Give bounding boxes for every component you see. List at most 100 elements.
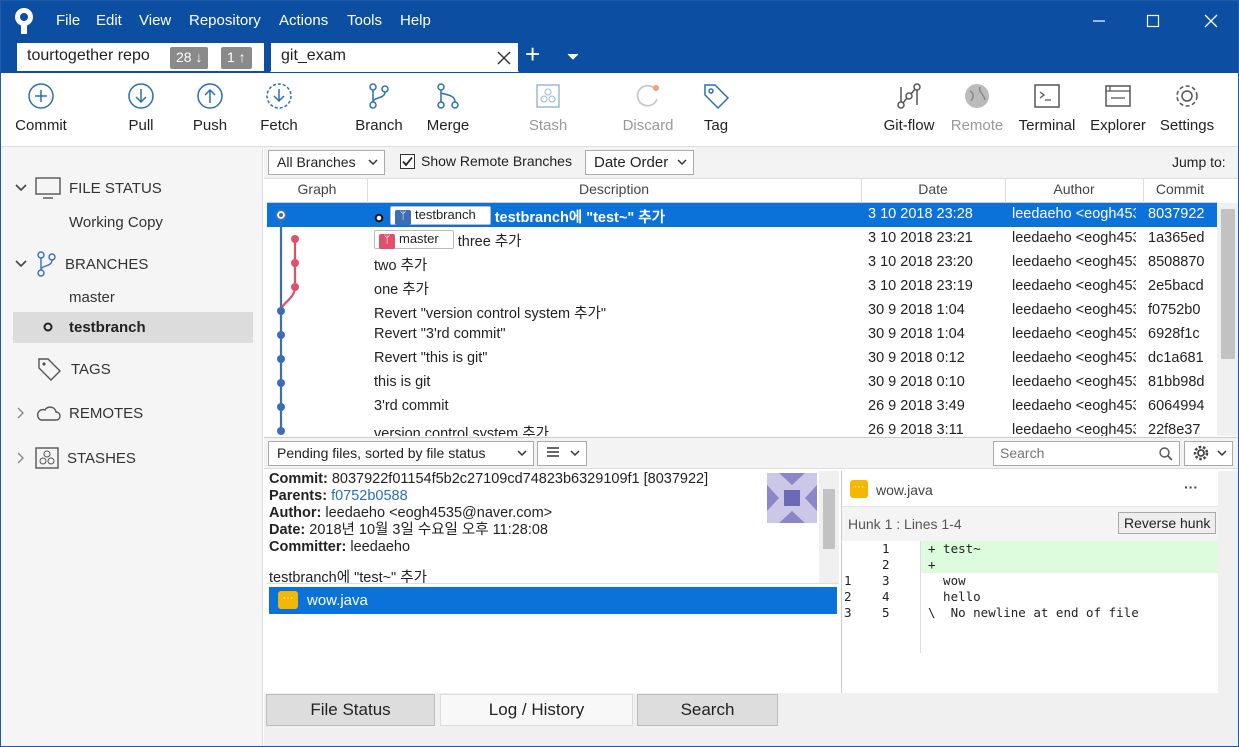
tag-button[interactable]: Tag	[681, 81, 751, 134]
changed-files-list: ··· wow.java	[267, 583, 839, 693]
log-scrollbar[interactable]	[1217, 203, 1238, 436]
commit-button[interactable]: Commit	[6, 81, 76, 134]
commit-label: Commit:	[269, 471, 328, 487]
more-options-button[interactable]: ···	[1184, 479, 1198, 495]
scrollbar-thumb[interactable]	[1221, 209, 1235, 359]
column-description[interactable]: Description	[367, 181, 861, 197]
view-mode-dropdown[interactable]	[537, 441, 587, 466]
menu-view[interactable]: View	[139, 12, 171, 29]
stash-icon	[35, 447, 59, 469]
menu-tools[interactable]: Tools	[347, 12, 382, 29]
graph-node	[277, 331, 285, 339]
table-row[interactable]: ᛘ master three 추가 3 10 2018 23:21 leedaeho…	[267, 227, 1217, 251]
sidebar-section-file-status[interactable]: FILE STATUS	[15, 177, 162, 199]
row-commit-hash: 81bb98d	[1148, 374, 1205, 390]
column-author[interactable]: Author	[1005, 181, 1143, 197]
new-tab-button[interactable]: +	[525, 39, 540, 70]
sort-order-dropdown[interactable]: Date Order	[585, 150, 694, 175]
tab-tourtogether-repo[interactable]: tourtogether repo 28 ↓ 1 ↑	[16, 42, 265, 72]
git-flow-button[interactable]: Git-flow	[874, 81, 944, 134]
row-author: leedaeho <eogh4535@naver.com>	[1012, 422, 1136, 436]
pull-button[interactable]: Pull	[106, 81, 176, 134]
row-description: ᛘ master three 추가	[374, 230, 522, 251]
diff-line: 2 +	[882, 557, 936, 572]
monitor-icon	[35, 177, 61, 199]
sidebar-item-master[interactable]: master	[69, 289, 115, 306]
branch-icon: ᛘ	[379, 234, 395, 249]
minimize-button[interactable]	[1076, 5, 1122, 37]
commit-hash: 8037922f01154f5b2c27109cd74823b6329109f1…	[331, 471, 709, 487]
table-row[interactable]: 3'rd commit 26 9 2018 3:49 leedaeho <eogh4…	[267, 395, 1217, 419]
sidebar-item-testbranch[interactable]: testbranch	[13, 312, 253, 343]
column-graph[interactable]: Graph	[267, 181, 367, 197]
dropdown-value: All Branches	[277, 154, 356, 170]
sidebar-item-working-copy[interactable]: Working Copy	[69, 214, 163, 231]
options-dropdown[interactable]	[1184, 441, 1233, 466]
chevron-down-icon	[15, 260, 27, 268]
tab-list-dropdown-icon[interactable]	[567, 53, 579, 61]
file-name: wow.java	[307, 592, 368, 609]
commit-message: Revert "version control system 추가"	[374, 306, 606, 322]
dropdown-value: Date Order	[594, 154, 669, 171]
fetch-button[interactable]: Fetch	[244, 81, 314, 134]
sidebar-section-remotes[interactable]: REMOTES	[15, 403, 143, 423]
reverse-hunk-button[interactable]: Reverse hunk	[1118, 512, 1217, 534]
commit-details-scrollbar[interactable]	[819, 471, 839, 583]
menu-repository[interactable]: Repository	[189, 12, 261, 29]
push-button[interactable]: Push	[175, 81, 245, 134]
tab-label: tourtogether repo	[27, 47, 150, 64]
table-row[interactable]: ᛘ testbranch testbranch에 "test~" 추가 3 10 2…	[267, 203, 1217, 227]
remote-button[interactable]: Remote	[942, 81, 1012, 134]
column-date[interactable]: Date	[861, 181, 1005, 197]
menu-help[interactable]: Help	[400, 12, 431, 29]
menu-edit[interactable]: Edit	[96, 12, 122, 29]
commit-message: 3'rd commit	[374, 398, 449, 414]
table-row[interactable]: one 추가 3 10 2018 23:19 leedaeho <eogh4535@…	[267, 275, 1217, 299]
discard-button[interactable]: Discard	[613, 81, 683, 134]
bottom-tab-bar: File Status Log / History Search	[264, 693, 1238, 746]
sidebar-section-tags[interactable]: TAGS	[37, 357, 111, 381]
file-sort-dropdown[interactable]: Pending files, sorted by file status	[268, 441, 534, 466]
show-remote-branches-checkbox[interactable]: Show Remote Branches	[400, 153, 572, 169]
parent-link[interactable]: f0752b0588	[331, 488, 408, 504]
tab-file-status[interactable]: File Status	[266, 694, 435, 726]
tag-icon	[38, 358, 61, 381]
tab-search[interactable]: Search	[637, 694, 778, 726]
menu-file[interactable]: File	[56, 12, 80, 29]
table-row[interactable]: version control system 추가 26 9 2018 3:11 l…	[267, 419, 1217, 436]
maximize-button[interactable]	[1130, 5, 1176, 37]
stash-button[interactable]: Stash	[513, 81, 583, 134]
settings-button[interactable]: Settings	[1152, 81, 1222, 134]
explorer-button[interactable]: Explorer	[1083, 81, 1153, 134]
push-label: Push	[192, 117, 228, 134]
close-button[interactable]	[1188, 5, 1234, 37]
table-row[interactable]: Revert "this is git" 30 9 2018 0:12 leedae…	[267, 347, 1217, 371]
graph-node	[277, 355, 285, 363]
branch-label-testbranch[interactable]: ᛘ testbranch	[390, 206, 491, 225]
branches-filter-dropdown[interactable]: All Branches	[268, 150, 385, 175]
sidebar-section-branches[interactable]: BRANCHES	[15, 251, 148, 277]
sidebar-section-stashes[interactable]: STASHES	[15, 447, 136, 469]
branch-button[interactable]: Branch	[344, 81, 414, 134]
search-input[interactable]	[993, 441, 1180, 466]
fetch-icon	[266, 83, 292, 109]
sourcetree-logo-icon	[15, 8, 33, 34]
table-row[interactable]: two 추가 3 10 2018 23:20 leedaeho <eogh4535@…	[267, 251, 1217, 275]
search-field[interactable]	[994, 442, 1144, 464]
column-commit[interactable]: Commit	[1143, 181, 1217, 197]
branch-label-master[interactable]: ᛘ master	[374, 230, 454, 249]
row-date: 3 10 2018 23:28	[868, 206, 973, 222]
diff-scrollbar[interactable]	[1218, 471, 1238, 693]
tab-close-icon[interactable]	[497, 51, 511, 65]
terminal-button[interactable]: Terminal	[1012, 81, 1082, 134]
table-row[interactable]: Revert "version control system 추가" 30 9 2…	[267, 299, 1217, 323]
tab-git-exam[interactable]: git_exam	[270, 42, 519, 72]
scrollbar-thumb[interactable]	[823, 489, 835, 549]
tab-log-history[interactable]: Log / History	[440, 694, 633, 726]
merge-button[interactable]: Merge	[413, 81, 483, 134]
chevron-down-icon	[677, 159, 687, 166]
list-item[interactable]: ··· wow.java	[269, 587, 837, 614]
table-row[interactable]: this is git 30 9 2018 0:10 leedaeho <eogh4…	[267, 371, 1217, 395]
menu-actions[interactable]: Actions	[279, 12, 328, 29]
table-row[interactable]: Revert "3'rd commit" 30 9 2018 1:04 leedae…	[267, 323, 1217, 347]
